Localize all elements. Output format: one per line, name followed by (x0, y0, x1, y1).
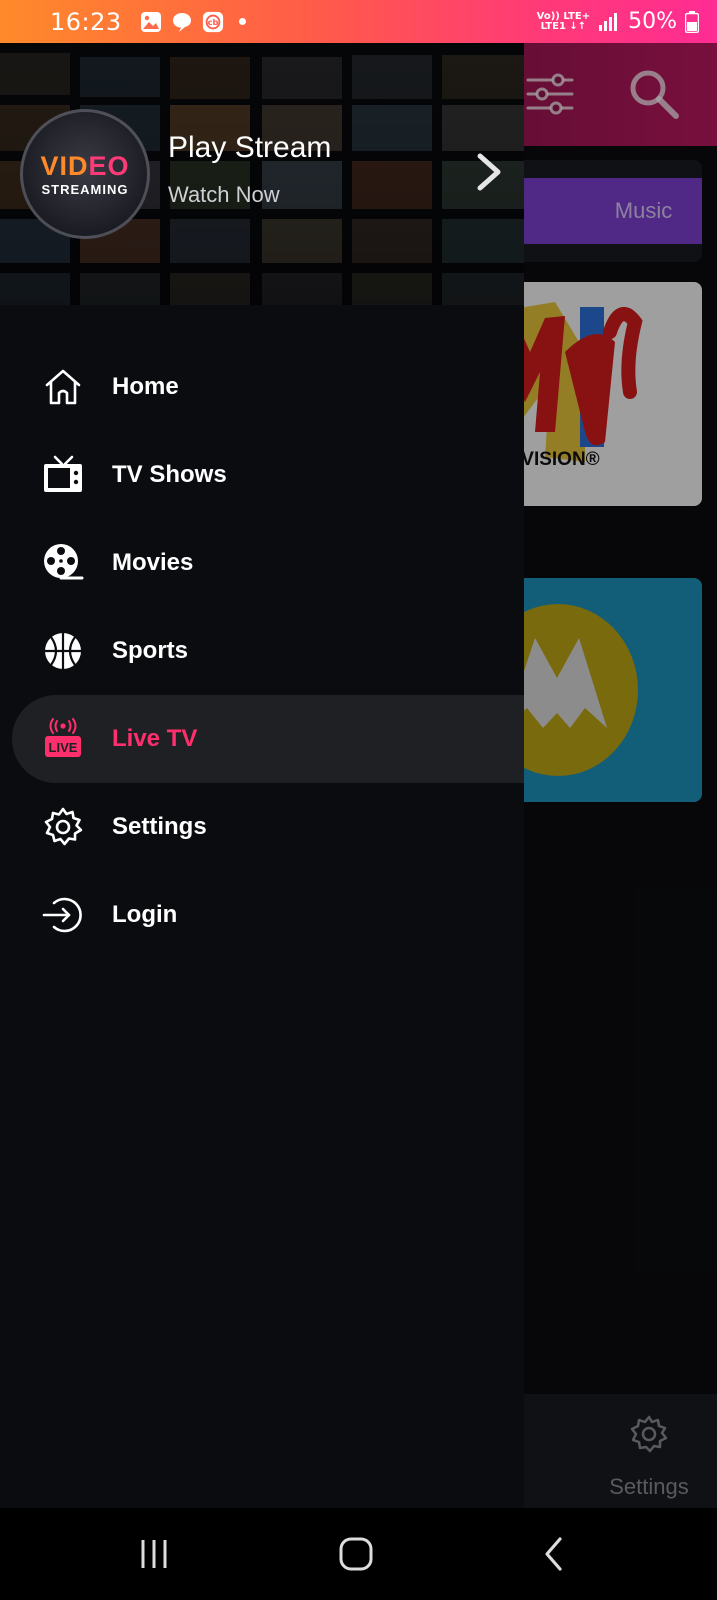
svg-text:LIVE: LIVE (49, 740, 78, 755)
more-notifications-dot (238, 18, 246, 25)
battery-percent: 50% (628, 9, 677, 34)
film-reel-icon (41, 541, 85, 585)
menu-item-live-tv[interactable]: LIVE Live TV (12, 695, 524, 783)
network-indicator: Vo)) LTE+ LTE1 ↓↑ (536, 10, 591, 32)
battery-icon (685, 10, 699, 33)
gear-icon (41, 805, 85, 849)
logo-text-vid: VID (40, 150, 89, 181)
basketball-icon (41, 629, 85, 673)
status-right: Vo)) LTE+ LTE1 ↓↑ 50% (537, 9, 699, 34)
menu-label-login: Login (112, 901, 178, 928)
menu-label-movies: Movies (112, 549, 194, 576)
gallery-icon (140, 11, 161, 32)
chevron-right-icon[interactable] (472, 152, 506, 192)
menu-label-settings: Settings (112, 813, 207, 840)
menu-label-tv-shows: TV Shows (112, 461, 227, 488)
menu-label-home: Home (112, 373, 179, 400)
tv-icon (41, 453, 85, 497)
back-icon[interactable] (533, 1532, 577, 1576)
navigation-drawer: VIDEO STREAMING Play Stream Watch Now Ho… (0, 43, 524, 1508)
login-icon (41, 893, 85, 937)
drawer-header[interactable]: VIDEO STREAMING Play Stream Watch Now (0, 43, 524, 305)
home-button-icon[interactable] (334, 1532, 378, 1576)
logo-text-eo: EO (88, 150, 130, 181)
network-bottom-label: LTE1 ↓↑ (540, 20, 587, 32)
home-icon (41, 365, 85, 409)
menu-label-live-tv: Live TV (112, 725, 198, 752)
signal-icon (599, 12, 618, 31)
drawer-title: Play Stream (168, 131, 332, 164)
svg-text:cb: cb (207, 17, 218, 27)
network-top-label: Vo)) LTE+ (536, 10, 591, 22)
live-tv-icon: LIVE (41, 717, 85, 761)
menu-item-tv-shows[interactable]: TV Shows (12, 431, 524, 519)
status-time: 16:23 (50, 7, 122, 36)
cb-app-icon: cb (202, 11, 223, 32)
menu-item-movies[interactable]: Movies (12, 519, 524, 607)
menu-item-settings[interactable]: Settings (12, 783, 524, 871)
drawer-subtitle: Watch Now (168, 182, 280, 207)
notification-icons: cb (140, 11, 246, 33)
logo-text-streaming: STREAMING (41, 181, 129, 197)
app-logo: VIDEO STREAMING (20, 109, 150, 239)
recent-apps-icon[interactable] (133, 1532, 177, 1576)
chat-bubble-icon (172, 12, 191, 32)
status-bar: 16:23 cb Vo)) LTE+ LTE1 ↓↑ 50% (0, 0, 717, 43)
menu-item-sports[interactable]: Sports (12, 607, 524, 695)
menu-label-sports: Sports (112, 637, 189, 664)
system-nav-bar (0, 1508, 717, 1600)
menu-item-login[interactable]: Login (12, 871, 524, 959)
logo-wordmark: VIDEO (40, 152, 129, 180)
menu-item-home[interactable]: Home (12, 343, 524, 431)
